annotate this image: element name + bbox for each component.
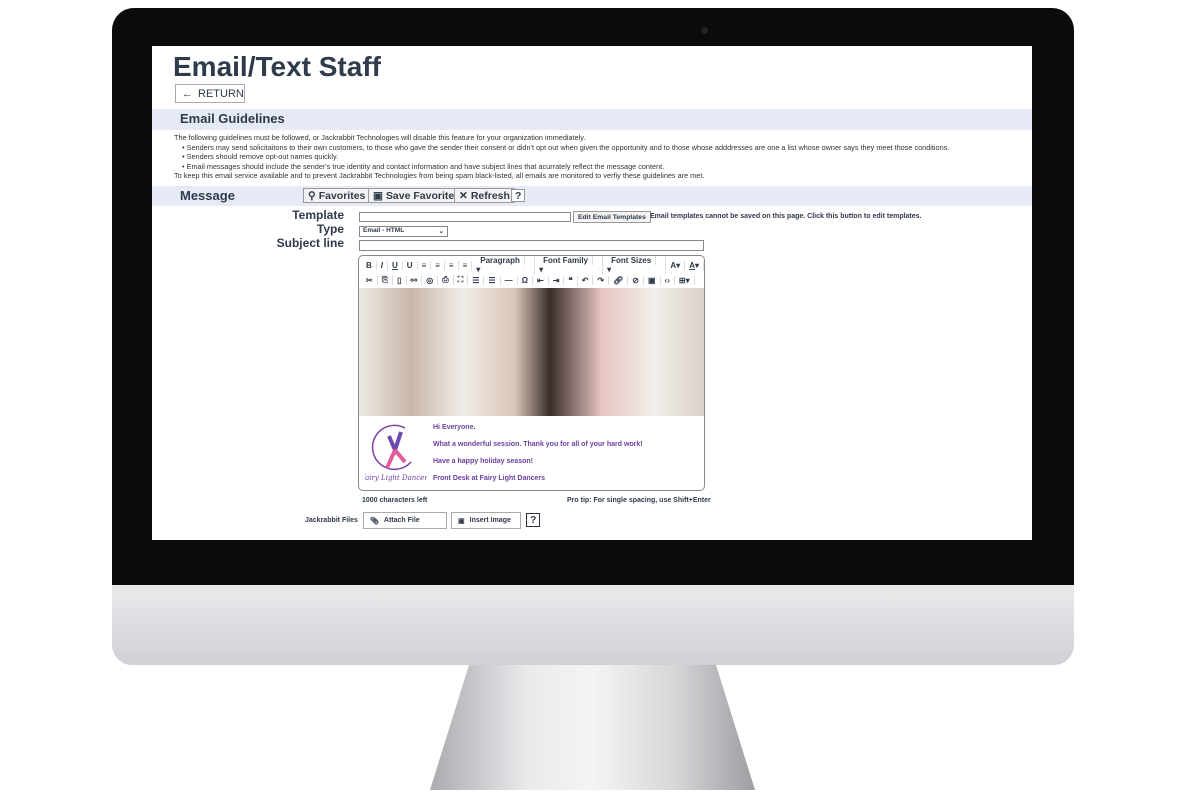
justify-icon[interactable]: ≡ — [459, 260, 473, 270]
align-center-icon[interactable]: ≡ — [431, 260, 445, 270]
camera — [701, 27, 708, 34]
arrow-left-icon: ← — [182, 87, 193, 100]
special-char-icon[interactable]: Ω — [518, 275, 533, 285]
save-favorites-button[interactable]: ▣ Save Favorites — [368, 188, 466, 203]
guideline-item: • Email messages should include the send… — [182, 161, 665, 171]
type-select[interactable]: Email - HTML ⌄ — [359, 226, 448, 237]
find-icon[interactable]: ⚯ — [407, 275, 423, 285]
message-line: Hi Everyone. — [433, 424, 476, 431]
return-button[interactable]: ← RETURN — [175, 84, 245, 103]
save-icon: ▣ — [373, 189, 383, 202]
message-line: What a wonderful session. Thank you for … — [433, 441, 643, 448]
cut-icon[interactable]: ✂ — [362, 275, 378, 285]
guideline-item: • Senders should remove opt-out names qu… — [182, 152, 339, 162]
page-title: Email/Text Staff — [173, 51, 381, 82]
numbered-list-icon[interactable]: ☰ — [484, 275, 501, 285]
monitor-stand — [430, 665, 755, 790]
editor-toolbar-row-2: ✂ ⎘ ▯ ⚯ ◎ ⎙ ⛶ ☰ ☰ — Ω ⇤ ⇥ ❝ ↶ ↷ 🔗︎ ⊘ ▣ ‹› ⊞▾ — [362, 273, 695, 287]
outdent-icon[interactable]: ⇤ — [533, 275, 549, 285]
screen: Email/Text Staff ← RETURN Email Guideline… — [152, 46, 1032, 540]
files-help-button[interactable]: ? — [526, 513, 541, 527]
font-family-select[interactable]: Font Family ▾ — [535, 256, 604, 274]
blockquote-icon[interactable]: ❝ — [564, 275, 578, 285]
monitor-chin — [112, 585, 1074, 665]
section-title: Message — [180, 188, 235, 203]
template-note: Email templates cannot be saved on this … — [650, 213, 922, 220]
type-label: Type — [316, 222, 344, 236]
attach-file-button[interactable]: 📎︎ Attach File — [363, 512, 447, 529]
favorites-button[interactable]: ⚲ Favorites — [303, 188, 371, 203]
fairy-light-dancers-logo: Fairy Light Dancers — [360, 422, 432, 484]
message-header: Message — [152, 186, 1032, 206]
bullet-list-icon[interactable]: ☰ — [468, 275, 485, 285]
italic-icon[interactable]: I — [377, 260, 389, 270]
jackrabbit-files-label: Jackrabbit Files — [305, 517, 358, 524]
paragraph-select[interactable]: Paragraph ▾ — [472, 256, 536, 274]
search-icon: ⚲ — [308, 189, 316, 202]
refresh-button[interactable]: ✕ Refresh — [454, 188, 515, 203]
horizontal-rule-icon[interactable]: — — [501, 275, 518, 285]
unlink-icon[interactable]: ⊘ — [628, 275, 644, 285]
undo-icon[interactable]: ↶ — [578, 275, 594, 285]
paste-icon[interactable]: ▯ — [393, 275, 407, 285]
chevron-down-icon: ⌄ — [438, 228, 444, 235]
background-color-icon[interactable]: A▾ — [666, 260, 686, 270]
strikethrough-icon[interactable]: U — [403, 260, 418, 270]
guideline-item: • Senders may send solicitaitons to thei… — [182, 142, 950, 152]
text-color-icon[interactable]: A▾ — [685, 260, 704, 270]
redo-icon[interactable]: ↷ — [593, 275, 610, 285]
edit-email-templates-button[interactable]: Edit Email Templates — [573, 211, 651, 223]
guidelines-intro: The following guidelines must be followe… — [174, 133, 586, 142]
paperclip-icon: 📎︎ — [370, 517, 379, 525]
subject-label: Subject line — [276, 236, 344, 250]
preview-icon[interactable]: ◎ — [422, 275, 439, 285]
subject-input[interactable] — [359, 240, 704, 251]
pro-tip: Pro tip: For single spacing, use Shift+E… — [567, 497, 711, 504]
copy-icon[interactable]: ⎘ — [378, 275, 394, 285]
rich-text-editor[interactable]: B I U U ≡ ≡ ≡ ≡ Paragraph ▾ Font Family ▾ Font Si… — [358, 255, 705, 491]
editor-toolbar-row-1: B I U U ≡ ≡ ≡ ≡ Paragraph ▾ Font Family ▾ Font Si… — [362, 256, 704, 274]
align-right-icon[interactable]: ≡ — [445, 260, 459, 270]
help-button[interactable]: ? — [511, 189, 526, 202]
dancers-photo — [359, 288, 704, 416]
svg-text:Fairy Light Dancers: Fairy Light Dancers — [365, 474, 427, 482]
indent-icon[interactable]: ⇥ — [549, 275, 565, 285]
template-label: Template — [292, 208, 344, 222]
image-icon[interactable]: ▣ — [644, 275, 661, 285]
table-icon[interactable]: ⊞▾ — [675, 275, 695, 285]
guidelines-footer: To keep this email service available and… — [174, 171, 705, 181]
font-sizes-select[interactable]: Font Sizes ▾ — [603, 256, 667, 274]
template-input[interactable] — [359, 212, 571, 222]
fullscreen-icon[interactable]: ⛶ — [454, 275, 469, 285]
guidelines-text: The following guidelines must be followe… — [174, 133, 949, 181]
link-icon[interactable]: 🔗︎ — [609, 275, 629, 285]
image-icon: ▣ — [458, 517, 465, 525]
message-line: Have a happy holiday season! — [433, 458, 533, 465]
insert-image-button[interactable]: ▣ Insert Image — [451, 512, 521, 529]
underline-icon[interactable]: U — [388, 260, 403, 270]
message-line: Front Desk at Fairy Light Dancers — [433, 475, 546, 482]
align-left-icon[interactable]: ≡ — [418, 260, 432, 270]
print-icon[interactable]: ⎙ — [438, 275, 454, 285]
close-icon: ✕ — [459, 189, 468, 202]
code-icon[interactable]: ‹› — [661, 275, 675, 285]
guidelines-header: Email Guidelines — [152, 109, 1032, 130]
section-title: Email Guidelines — [180, 111, 285, 126]
characters-left: 1000 characters left — [362, 497, 428, 504]
bold-icon[interactable]: B — [362, 260, 377, 270]
